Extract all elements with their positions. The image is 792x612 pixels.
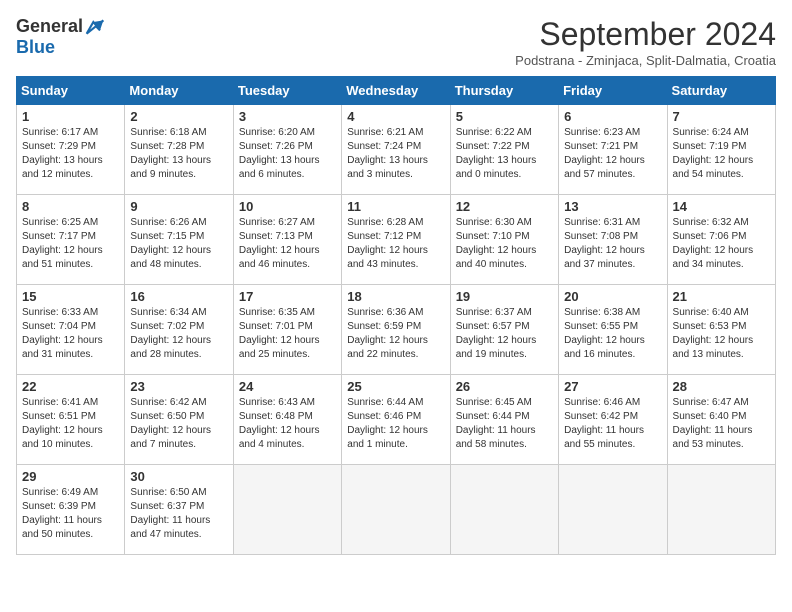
day-15: 15 Sunrise: 6:33 AM Sunset: 7:04 PM Dayl…: [17, 285, 125, 375]
calendar-table: Sunday Monday Tuesday Wednesday Thursday…: [16, 76, 776, 555]
day-10: 10 Sunrise: 6:27 AM Sunset: 7:13 PM Dayl…: [233, 195, 341, 285]
week-row-4: 22 Sunrise: 6:41 AM Sunset: 6:51 PM Dayl…: [17, 375, 776, 465]
day-28: 28 Sunrise: 6:47 AM Sunset: 6:40 PM Dayl…: [667, 375, 775, 465]
day-6: 6 Sunrise: 6:23 AM Sunset: 7:21 PM Dayli…: [559, 105, 667, 195]
col-friday: Friday: [559, 77, 667, 105]
col-tuesday: Tuesday: [233, 77, 341, 105]
day-22: 22 Sunrise: 6:41 AM Sunset: 6:51 PM Dayl…: [17, 375, 125, 465]
day-5: 5 Sunrise: 6:22 AM Sunset: 7:22 PM Dayli…: [450, 105, 558, 195]
day-16: 16 Sunrise: 6:34 AM Sunset: 7:02 PM Dayl…: [125, 285, 233, 375]
day-14: 14 Sunrise: 6:32 AM Sunset: 7:06 PM Dayl…: [667, 195, 775, 285]
day-empty-5: [667, 465, 775, 555]
logo-icon: [85, 17, 105, 37]
col-monday: Monday: [125, 77, 233, 105]
location-subtitle: Podstrana - Zminjaca, Split-Dalmatia, Cr…: [515, 53, 776, 68]
week-row-3: 15 Sunrise: 6:33 AM Sunset: 7:04 PM Dayl…: [17, 285, 776, 375]
day-empty-2: [342, 465, 450, 555]
day-26: 26 Sunrise: 6:45 AM Sunset: 6:44 PM Dayl…: [450, 375, 558, 465]
day-25: 25 Sunrise: 6:44 AM Sunset: 6:46 PM Dayl…: [342, 375, 450, 465]
day-2: 2 Sunrise: 6:18 AM Sunset: 7:28 PM Dayli…: [125, 105, 233, 195]
day-12: 12 Sunrise: 6:30 AM Sunset: 7:10 PM Dayl…: [450, 195, 558, 285]
week-row-2: 8 Sunrise: 6:25 AM Sunset: 7:17 PM Dayli…: [17, 195, 776, 285]
day-empty-1: [233, 465, 341, 555]
day-27: 27 Sunrise: 6:46 AM Sunset: 6:42 PM Dayl…: [559, 375, 667, 465]
day-1: 1 Sunrise: 6:17 AM Sunset: 7:29 PM Dayli…: [17, 105, 125, 195]
week-row-1: 1 Sunrise: 6:17 AM Sunset: 7:29 PM Dayli…: [17, 105, 776, 195]
day-29: 29 Sunrise: 6:49 AM Sunset: 6:39 PM Dayl…: [17, 465, 125, 555]
day-19: 19 Sunrise: 6:37 AM Sunset: 6:57 PM Dayl…: [450, 285, 558, 375]
month-title: September 2024: [515, 16, 776, 53]
day-18: 18 Sunrise: 6:36 AM Sunset: 6:59 PM Dayl…: [342, 285, 450, 375]
col-thursday: Thursday: [450, 77, 558, 105]
day-20: 20 Sunrise: 6:38 AM Sunset: 6:55 PM Dayl…: [559, 285, 667, 375]
day-24: 24 Sunrise: 6:43 AM Sunset: 6:48 PM Dayl…: [233, 375, 341, 465]
day-23: 23 Sunrise: 6:42 AM Sunset: 6:50 PM Dayl…: [125, 375, 233, 465]
day-21: 21 Sunrise: 6:40 AM Sunset: 6:53 PM Dayl…: [667, 285, 775, 375]
col-sunday: Sunday: [17, 77, 125, 105]
day-11: 11 Sunrise: 6:28 AM Sunset: 7:12 PM Dayl…: [342, 195, 450, 285]
day-9: 9 Sunrise: 6:26 AM Sunset: 7:15 PM Dayli…: [125, 195, 233, 285]
day-8: 8 Sunrise: 6:25 AM Sunset: 7:17 PM Dayli…: [17, 195, 125, 285]
day-17: 17 Sunrise: 6:35 AM Sunset: 7:01 PM Dayl…: [233, 285, 341, 375]
col-wednesday: Wednesday: [342, 77, 450, 105]
logo-general-text: General: [16, 16, 83, 37]
day-empty-4: [559, 465, 667, 555]
day-30: 30 Sunrise: 6:50 AM Sunset: 6:37 PM Dayl…: [125, 465, 233, 555]
logo-blue-text: Blue: [16, 37, 55, 58]
day-7: 7 Sunrise: 6:24 AM Sunset: 7:19 PM Dayli…: [667, 105, 775, 195]
day-3: 3 Sunrise: 6:20 AM Sunset: 7:26 PM Dayli…: [233, 105, 341, 195]
day-empty-3: [450, 465, 558, 555]
title-block: September 2024 Podstrana - Zminjaca, Spl…: [515, 16, 776, 68]
col-saturday: Saturday: [667, 77, 775, 105]
calendar-header-row: Sunday Monday Tuesday Wednesday Thursday…: [17, 77, 776, 105]
day-4: 4 Sunrise: 6:21 AM Sunset: 7:24 PM Dayli…: [342, 105, 450, 195]
week-row-5: 29 Sunrise: 6:49 AM Sunset: 6:39 PM Dayl…: [17, 465, 776, 555]
page-header: General Blue September 2024 Podstrana - …: [16, 16, 776, 68]
day-13: 13 Sunrise: 6:31 AM Sunset: 7:08 PM Dayl…: [559, 195, 667, 285]
logo: General Blue: [16, 16, 105, 58]
